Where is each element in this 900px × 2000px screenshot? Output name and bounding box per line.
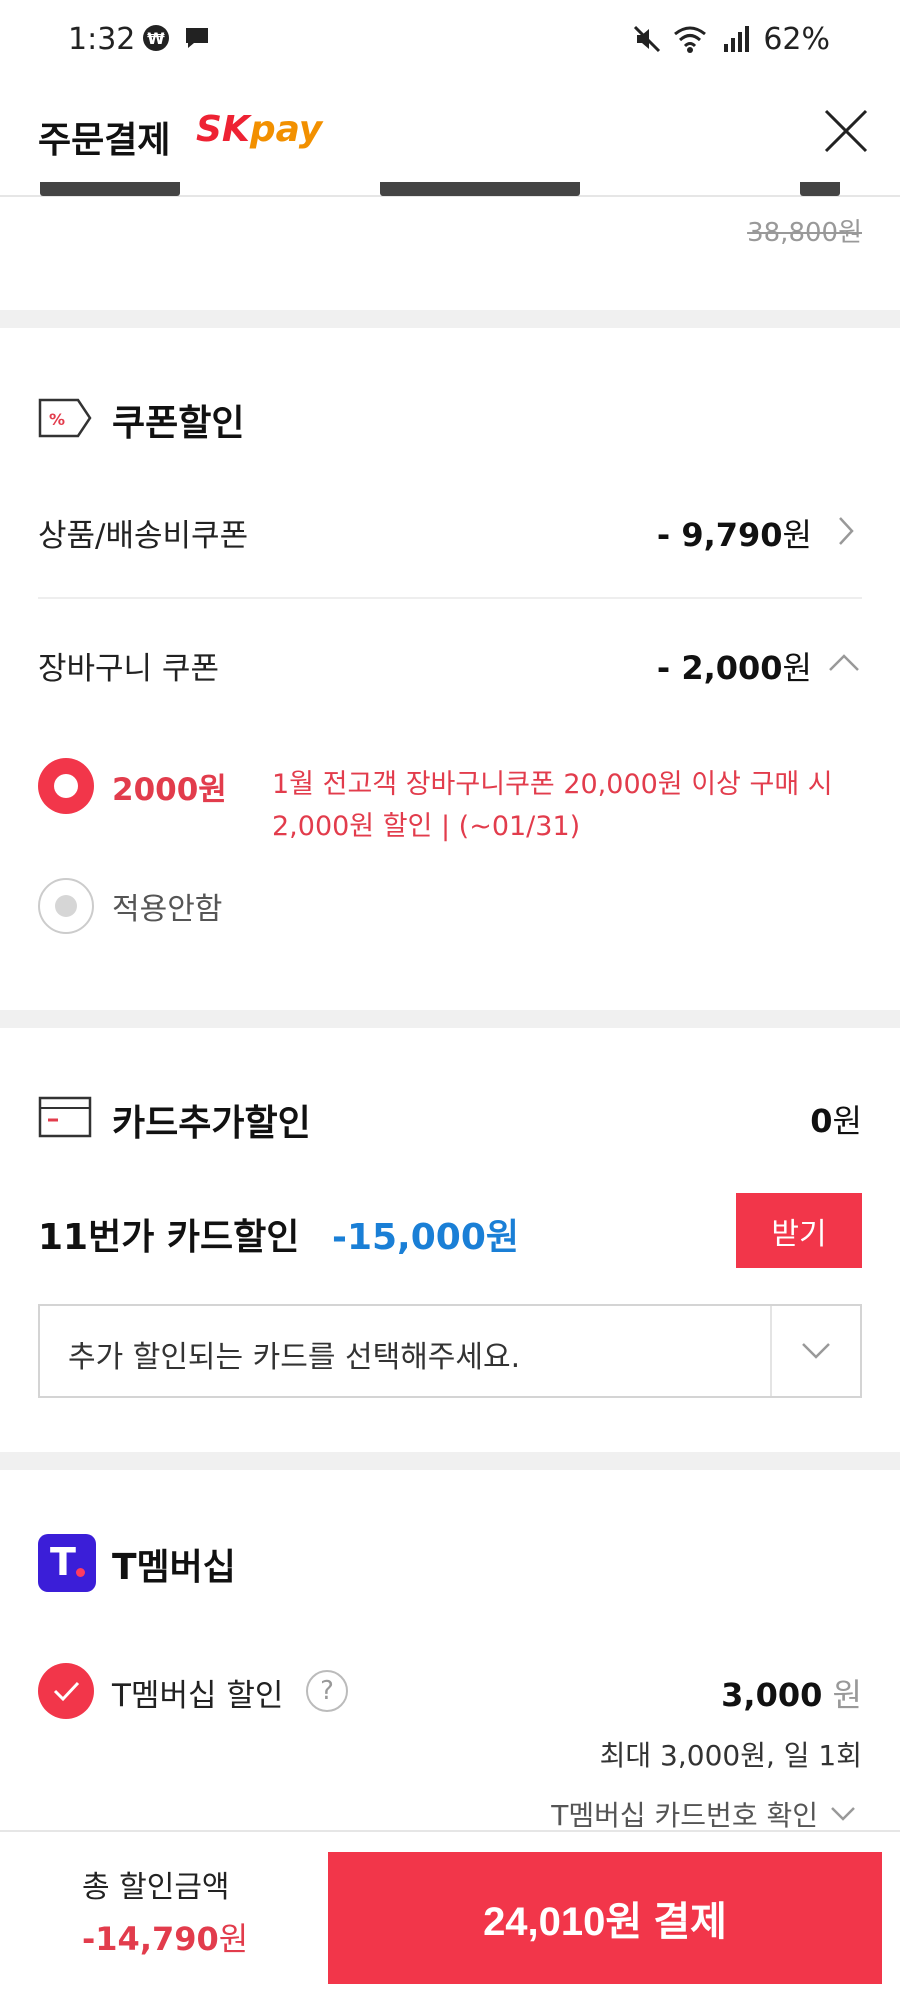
mute-icon: [632, 24, 662, 61]
product-shipping-coupon-amount: - 9,790원: [656, 516, 812, 554]
scrolled-content-fragment: [40, 182, 860, 200]
radio-unselected[interactable]: [38, 878, 94, 934]
tmembership-discount-label: T멤버십 할인: [112, 1678, 284, 1714]
chevron-down-icon[interactable]: [800, 1330, 832, 1374]
radio-selected[interactable]: [38, 758, 94, 814]
coupon-option-value: 2000원: [112, 772, 227, 808]
chat-icon: [183, 24, 211, 59]
tmembership-title: T멤버십: [112, 1547, 236, 1588]
card-select-dropdown[interactable]: 추가 할인되는 카드를 선택해주세요.: [38, 1304, 862, 1398]
wifi-icon: [673, 24, 707, 61]
tmembership-card-check-label: T멤버십 카드번호 확인: [551, 1799, 818, 1832]
tmembership-logo: T: [38, 1534, 96, 1592]
chevron-down-icon[interactable]: [830, 1806, 856, 1826]
page-title: 주문결제: [38, 120, 171, 161]
signal-icon: [722, 24, 750, 61]
section-separator: [0, 1452, 900, 1470]
product-shipping-coupon-label: 상품/배송비쿠폰: [38, 518, 249, 554]
card-promo-label: 11번가 카드할인: [38, 1217, 300, 1258]
card-promo-amount: -15,000원: [332, 1217, 519, 1258]
won-app-icon: ₩: [142, 24, 170, 59]
section-separator: [0, 310, 900, 328]
svg-text:%: %: [49, 410, 65, 429]
status-bar: 1:32 ₩ 62%: [0, 0, 900, 85]
row-divider: [38, 597, 862, 599]
original-price: 38,800원: [747, 218, 862, 248]
status-time: 1:32: [68, 22, 136, 57]
battery-level: 62%: [763, 22, 830, 57]
cart-coupon-amount: - 2,000원: [656, 649, 812, 687]
skpay-logo: SKpay: [196, 109, 323, 150]
receive-coupon-button[interactable]: 받기: [736, 1193, 862, 1268]
payment-footer: 총 할인금액 -14,790원 24,010원 결제: [0, 1830, 900, 2000]
dropdown-divider: [770, 1306, 772, 1396]
coupon-section-title: 쿠폰할인: [112, 403, 245, 444]
tmembership-limit-note: 최대 3,000원, 일 1회: [599, 1739, 862, 1772]
total-discount-label: 총 할인금액: [82, 1870, 230, 1905]
svg-text:₩: ₩: [147, 29, 165, 48]
coupon-option-none-label: 적용안함: [112, 892, 223, 927]
card-discount-title: 카드추가할인: [112, 1103, 311, 1144]
total-discount-amount: -14,790원: [82, 1920, 249, 1958]
cart-coupon-label: 장바구니 쿠폰: [38, 651, 219, 687]
card-discount-amount: 0원: [810, 1102, 862, 1140]
tmembership-discount-amount: 3,000 원: [721, 1676, 862, 1714]
chevron-right-icon[interactable]: [838, 516, 854, 550]
card-select-placeholder: 추가 할인되는 카드를 선택해주세요.: [68, 1340, 521, 1375]
chevron-up-icon[interactable]: [828, 654, 860, 676]
coupon-option-description: 1월 전고객 장바구니쿠폰 20,000원 이상 구매 시 2,000원 할인 …: [272, 769, 833, 842]
checkbox-checked[interactable]: [38, 1663, 94, 1719]
coupon-icon: %: [38, 398, 92, 442]
section-separator: [0, 1010, 900, 1028]
help-icon[interactable]: ?: [306, 1670, 348, 1712]
close-icon[interactable]: [820, 105, 872, 157]
card-icon: [38, 1096, 92, 1142]
pay-button[interactable]: 24,010원 결제: [328, 1852, 882, 1984]
header: 주문결제 SKpay: [0, 85, 900, 197]
